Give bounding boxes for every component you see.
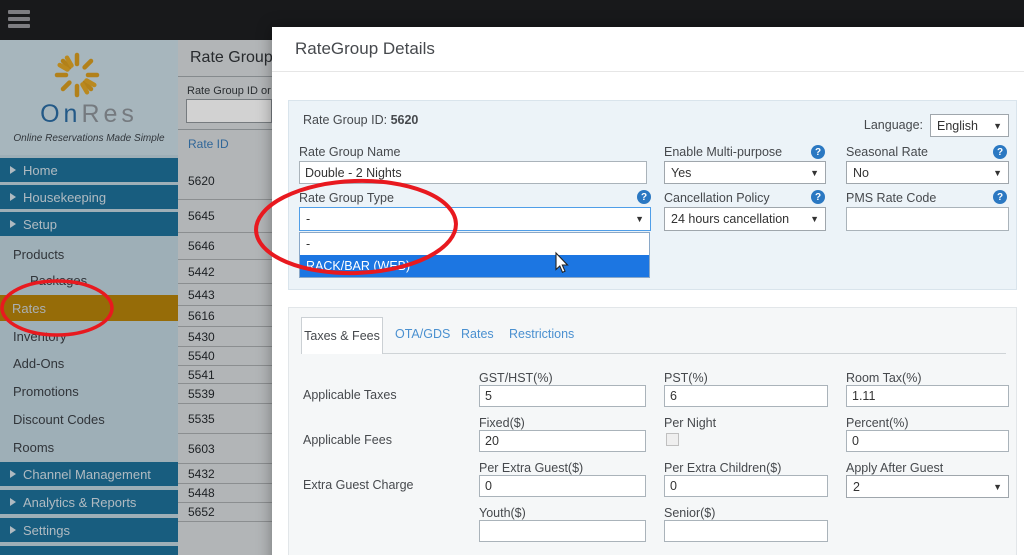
apply-after-guest-select[interactable]: 2 ▼ xyxy=(846,475,1009,498)
pst-input[interactable] xyxy=(664,385,828,407)
senior-input[interactable] xyxy=(664,520,828,542)
senior-label: Senior($) xyxy=(664,506,716,520)
rate-group-name-input[interactable] xyxy=(299,161,647,184)
tab-taxes-fees[interactable]: Taxes & Fees xyxy=(301,317,383,354)
screen: OnRes Online Reservations Made Simple Ho… xyxy=(0,0,1024,555)
pst-label: PST(%) xyxy=(664,371,708,385)
rate-group-type-select[interactable]: - ▼ xyxy=(299,207,651,231)
cancellation-policy-label: Cancellation Policy xyxy=(664,191,770,205)
divider xyxy=(272,71,1024,72)
tab-ota-gds[interactable]: OTA/GDS xyxy=(395,327,450,341)
apply-after-guest-label: Apply After Guest xyxy=(846,461,944,475)
pms-rate-code-input[interactable] xyxy=(846,207,1009,231)
per-night-label: Per Night xyxy=(664,416,717,430)
per-extra-children-label: Per Extra Children($) xyxy=(664,461,782,475)
tab-restrictions[interactable]: Restrictions xyxy=(509,327,574,341)
help-icon[interactable]: ? xyxy=(811,145,825,159)
youth-label: Youth($) xyxy=(479,506,526,520)
help-icon[interactable]: ? xyxy=(637,190,651,204)
chevron-down-icon: ▼ xyxy=(993,120,1002,131)
fixed-label: Fixed($) xyxy=(479,416,525,430)
room-tax-input[interactable] xyxy=(846,385,1009,407)
rate-group-type-label: Rate Group Type xyxy=(299,191,394,205)
rategroup-tabs-section: Taxes & Fees OTA/GDS Rates Restrictions … xyxy=(288,307,1017,555)
rategroup-general-section: Rate Group ID: 5620 Language: English ▼ … xyxy=(288,100,1017,290)
fixed-fee-input[interactable] xyxy=(479,430,646,452)
chevron-down-icon: ▼ xyxy=(993,481,1002,492)
applicable-fees-label: Applicable Fees xyxy=(303,433,392,447)
per-night-checkbox[interactable] xyxy=(666,433,679,446)
chevron-down-icon: ▼ xyxy=(810,167,819,178)
room-tax-label: Room Tax(%) xyxy=(846,371,922,385)
gst-hst-label: GST/HST(%) xyxy=(479,371,553,385)
dropdown-option-highlighted[interactable]: RACK/BAR (WEB) xyxy=(300,255,649,277)
rate-group-type-dropdown-list: - RACK/BAR (WEB) xyxy=(299,232,650,278)
enable-multi-purpose-select[interactable]: Yes ▼ xyxy=(664,161,826,184)
chevron-down-icon: ▼ xyxy=(810,214,819,224)
seasonal-rate-select[interactable]: No ▼ xyxy=(846,161,1009,184)
chevron-down-icon: ▼ xyxy=(993,167,1002,178)
youth-input[interactable] xyxy=(479,520,646,542)
percent-fee-input[interactable] xyxy=(846,430,1009,452)
rate-group-name-label: Rate Group Name xyxy=(299,145,401,159)
per-extra-guest-input[interactable] xyxy=(479,475,646,497)
per-extra-guest-label: Per Extra Guest($) xyxy=(479,461,584,475)
dropdown-option[interactable]: - xyxy=(300,233,649,255)
applicable-taxes-label: Applicable Taxes xyxy=(303,388,397,402)
rate-group-id-value: 5620 xyxy=(390,113,419,127)
rategroup-details-modal: RateGroup Details Rate Group ID: 5620 La… xyxy=(272,27,1024,555)
rate-group-id-line: Rate Group ID: 5620 xyxy=(303,113,419,127)
per-extra-children-input[interactable] xyxy=(664,475,828,497)
enable-multi-purpose-label: Enable Multi-purpose xyxy=(664,145,783,159)
chevron-down-icon: ▼ xyxy=(635,214,644,224)
modal-title: RateGroup Details xyxy=(295,39,435,58)
pms-rate-code-label: PMS Rate Code xyxy=(846,191,937,205)
language-label: Language: xyxy=(863,118,923,132)
language-select[interactable]: English ▼ xyxy=(930,114,1009,137)
tab-strip-divider xyxy=(301,353,1006,354)
help-icon[interactable]: ? xyxy=(993,145,1007,159)
gst-hst-input[interactable] xyxy=(479,385,646,407)
extra-guest-charge-label: Extra Guest Charge xyxy=(303,478,414,492)
cancellation-policy-select[interactable]: 24 hours cancellation ▼ xyxy=(664,207,826,231)
help-icon[interactable]: ? xyxy=(811,190,825,204)
tab-rates[interactable]: Rates xyxy=(461,327,494,341)
percent-label: Percent(%) xyxy=(846,416,909,430)
seasonal-rate-label: Seasonal Rate xyxy=(846,145,929,159)
help-icon[interactable]: ? xyxy=(993,190,1007,204)
